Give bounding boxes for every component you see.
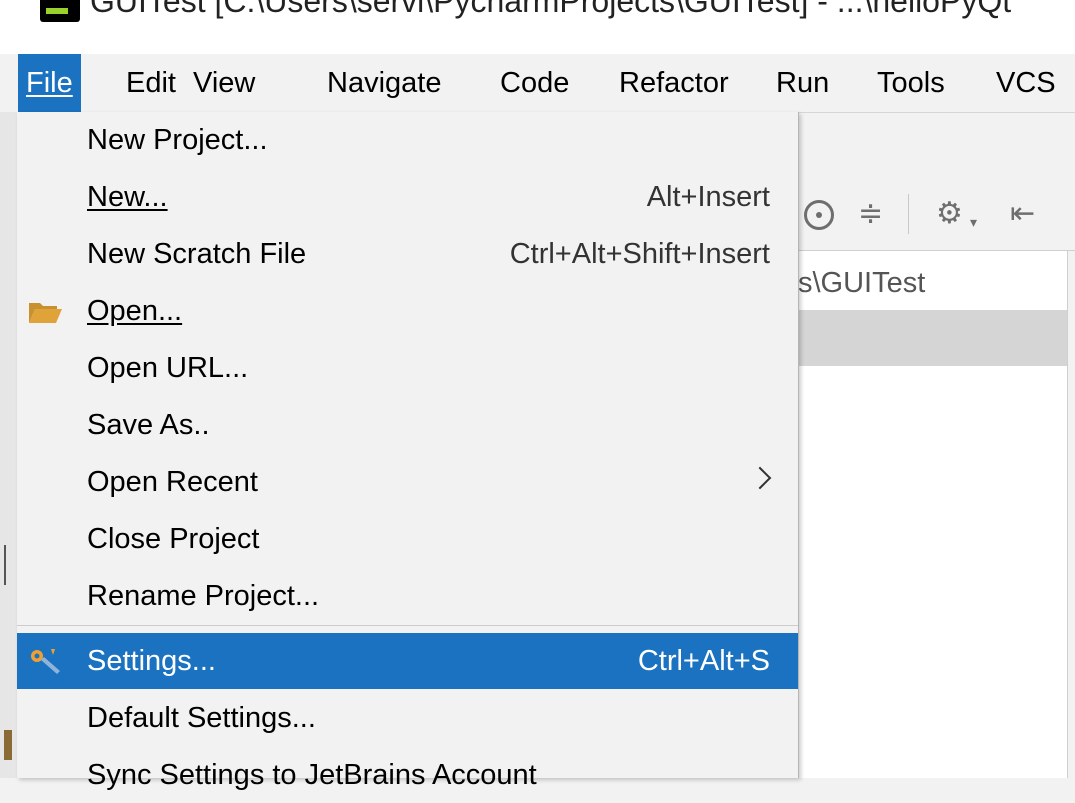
locate-target-icon[interactable] [804, 200, 834, 230]
menu-item-label: Close Project [87, 523, 260, 555]
menu-item-rename-project[interactable]: Rename Project... [17, 568, 798, 624]
hide-panel-icon[interactable]: ⇤ [1010, 194, 1035, 234]
menu-vcs-label: VCS [996, 67, 1056, 99]
menu-separator [17, 625, 798, 626]
menu-item-new[interactable]: New... Alt+Insert [17, 169, 798, 225]
chevron-down-icon[interactable]: ▾ [970, 202, 977, 242]
menu-code-label: Code [500, 67, 570, 99]
menu-item-default-settings[interactable]: Default Settings... [17, 690, 798, 746]
menu-item-label: Settings... [87, 645, 216, 677]
menu-item-shortcut: Ctrl+Alt+Shift+Insert [509, 238, 770, 270]
menu-item-new-project[interactable]: New Project... [17, 112, 798, 168]
menu-item-sync-settings[interactable]: Sync Settings to JetBrains Account [17, 747, 798, 803]
menu-tools-label: Tools [877, 67, 945, 99]
menu-item-label: New Scratch File [87, 238, 307, 270]
collapse-all-icon[interactable]: ≑ [858, 194, 883, 234]
settings-wrench-icon [31, 649, 60, 674]
menu-tools[interactable]: Tools [869, 54, 953, 112]
chevron-right-icon [748, 466, 772, 490]
menu-item-label: Open URL... [87, 352, 249, 384]
menu-item-save-as[interactable]: Save As.. [17, 397, 798, 453]
title-bar: GUITest [C:\Users\servi\PycharmProjects\… [0, 0, 1075, 54]
menu-item-label: Open... [87, 295, 183, 327]
panel-edge [1067, 251, 1075, 778]
menu-item-label: Sync Settings to JetBrains Account [87, 759, 537, 791]
gear-icon[interactable]: ⚙ [936, 194, 963, 234]
menu-item-open[interactable]: Open... [17, 283, 798, 339]
menu-file-label: File [26, 67, 73, 99]
menu-navigate[interactable]: Navigate [319, 54, 449, 112]
folder-open-icon [29, 303, 62, 323]
menu-edit-label: Edit [126, 67, 176, 99]
project-tree-panel: s\GUITest [798, 251, 1075, 778]
menu-item-label: Default Settings... [87, 702, 316, 734]
toolbar-divider [908, 194, 909, 234]
menu-view-label: View [193, 67, 256, 99]
project-root-path[interactable]: s\GUITest [798, 267, 925, 300]
favorites-tab[interactable] [4, 730, 12, 760]
menu-item-label: New... [87, 181, 168, 213]
menu-view[interactable]: View [185, 54, 263, 112]
structure-tab[interactable] [4, 545, 11, 585]
menu-item-new-scratch-file[interactable]: New Scratch File Ctrl+Alt+Shift+Insert [17, 226, 798, 282]
menu-item-close-project[interactable]: Close Project [17, 511, 798, 567]
menu-code[interactable]: Code [492, 54, 577, 112]
menu-edit[interactable]: Edit [118, 54, 184, 112]
file-menu-dropdown: New Project... New... Alt+Insert New Scr… [17, 112, 799, 791]
menu-item-shortcut: Alt+Insert [646, 181, 770, 213]
menu-run[interactable]: Run [768, 54, 837, 112]
menu-file[interactable]: File [18, 54, 81, 112]
menu-item-open-url[interactable]: Open URL... [17, 340, 798, 396]
menu-bar: File Edit View Navigate Code Refactor Ru… [0, 54, 1075, 113]
menu-vcs[interactable]: VCS [988, 54, 1064, 112]
menu-item-shortcut: Ctrl+Alt+S [637, 645, 770, 677]
menu-refactor[interactable]: Refactor [611, 54, 737, 112]
menu-item-label: Save As.. [87, 409, 210, 441]
menu-navigate-label: Navigate [327, 67, 442, 99]
menu-item-label: Rename Project... [87, 580, 320, 612]
menu-item-label: Open Recent [87, 466, 258, 498]
left-tool-strip [0, 112, 17, 778]
menu-item-label: New Project... [87, 124, 268, 156]
project-toolbar: ≑ ⚙ ▾ ⇤ [798, 180, 1075, 251]
pycharm-app-icon [40, 0, 80, 22]
window-title: GUITest [C:\Users\servi\PycharmProjects\… [90, 0, 1012, 19]
menu-item-settings[interactable]: Settings... Ctrl+Alt+S [17, 633, 798, 689]
menu-refactor-label: Refactor [619, 67, 729, 99]
menu-item-open-recent[interactable]: Open Recent [17, 454, 798, 510]
menu-run-label: Run [776, 67, 830, 99]
tree-selected-row[interactable] [798, 310, 1075, 366]
